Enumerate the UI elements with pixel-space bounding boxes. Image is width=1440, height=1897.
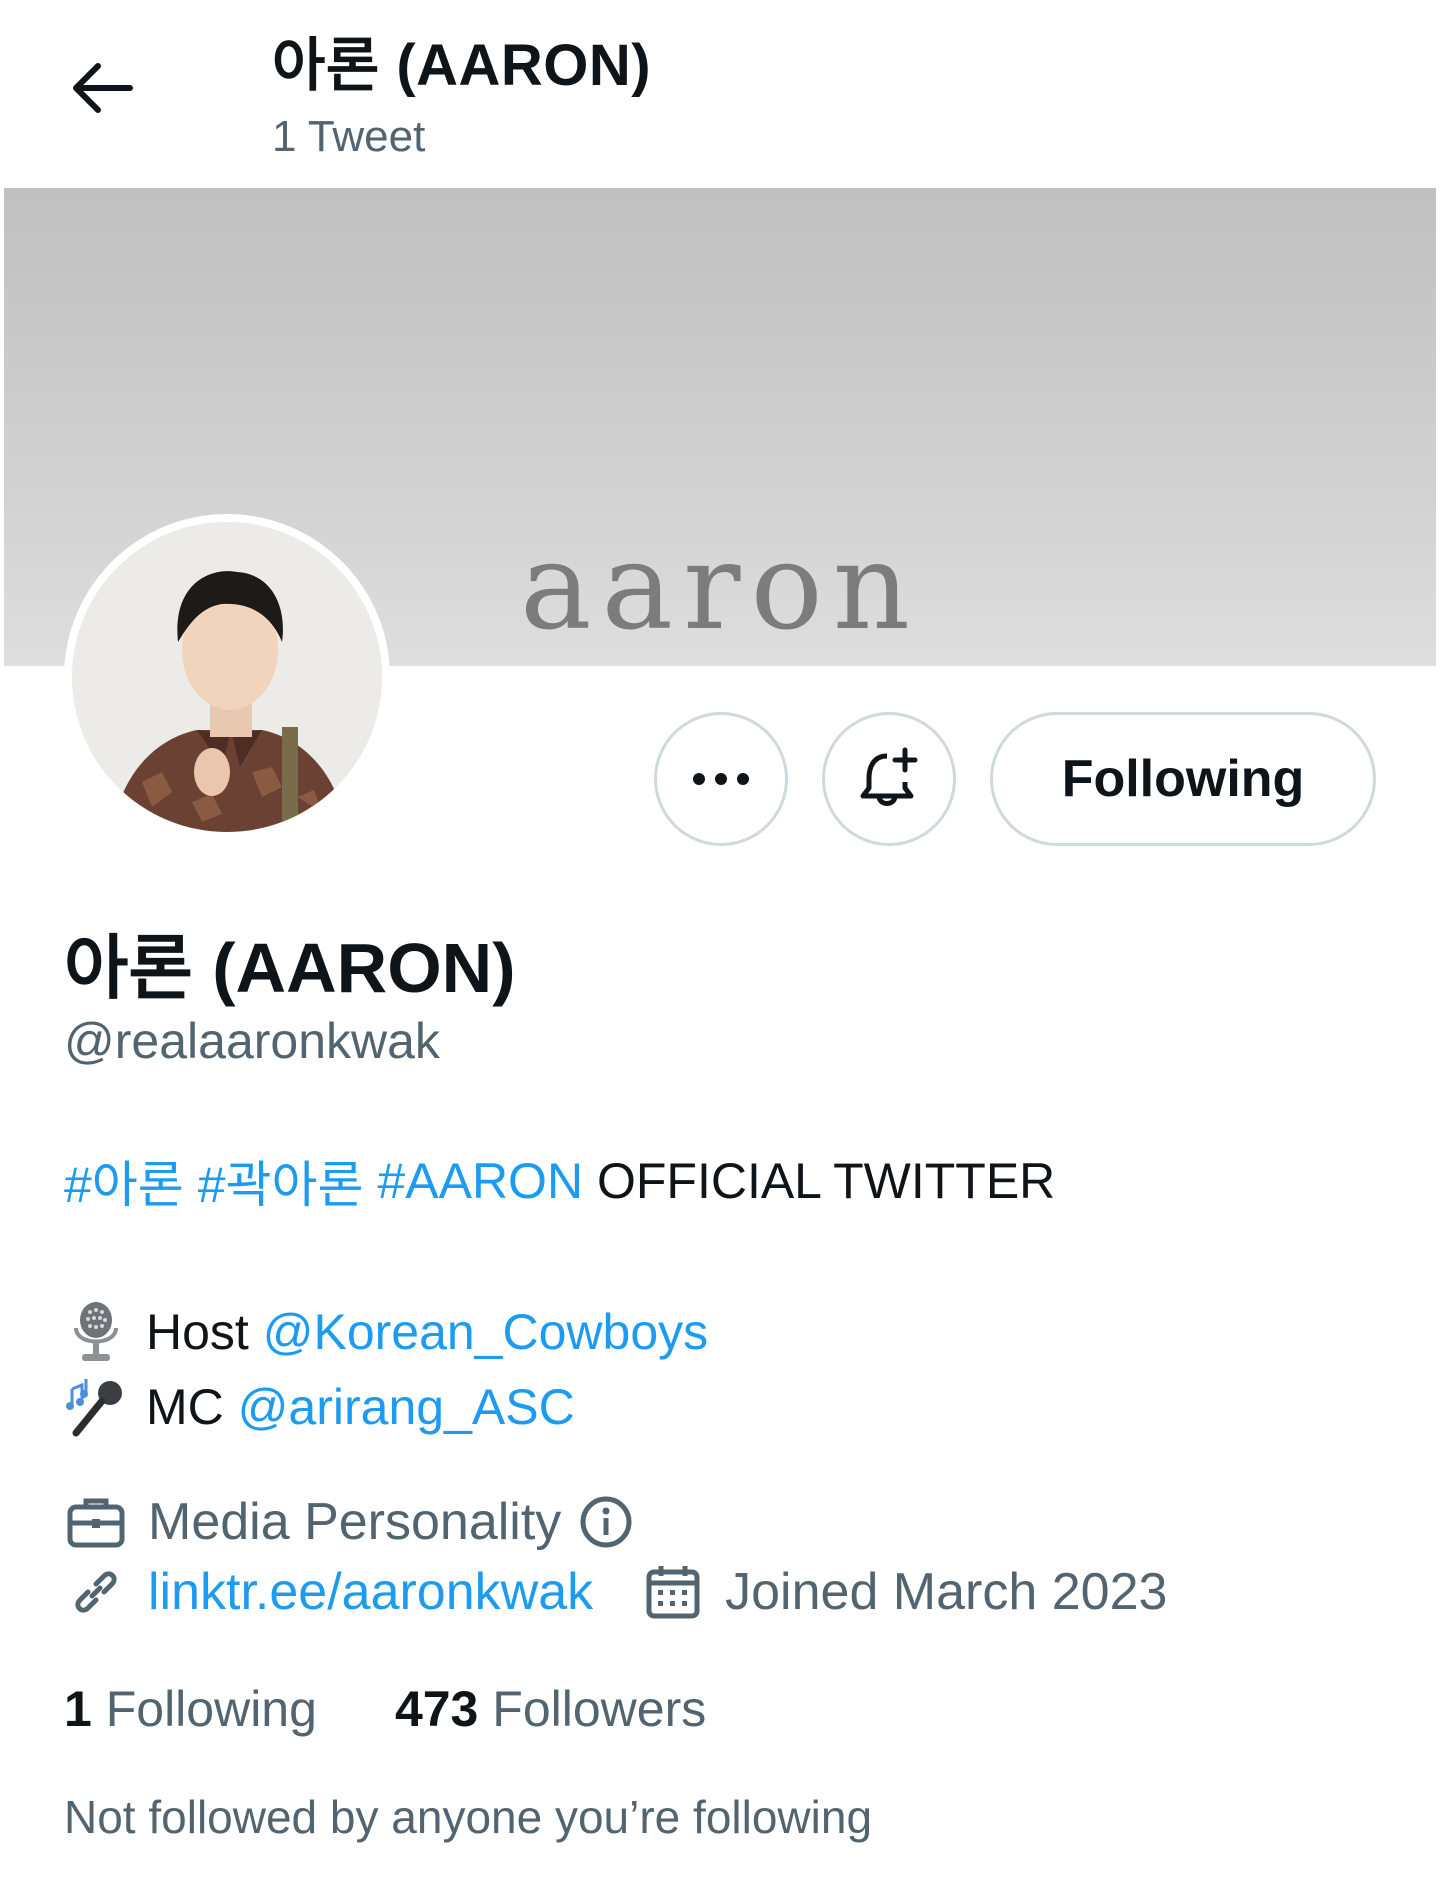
hashtag-link[interactable]: #아론	[64, 1145, 184, 1217]
header-title: 아론 (AARON)	[272, 33, 652, 98]
display-name: 아론 (AARON)	[64, 929, 516, 1007]
handle: @realaaronkwak	[64, 1013, 440, 1069]
briefcase-icon	[64, 1490, 128, 1554]
link-icon	[64, 1560, 128, 1624]
following-button[interactable]: Following	[990, 712, 1376, 846]
mention-link[interactable]: @arirang_ASC	[238, 1378, 575, 1436]
followers-label: Followers	[492, 1681, 707, 1737]
joined-date: Joined March 2023	[725, 1563, 1168, 1621]
following-count: 1	[64, 1681, 92, 1737]
mention-link[interactable]: @Korean_Cowboys	[263, 1303, 708, 1361]
calendar-icon	[641, 1560, 705, 1624]
notify-button[interactable]	[822, 712, 956, 846]
category-text: Media Personality	[148, 1493, 562, 1551]
following-stat[interactable]: 1 Following	[64, 1680, 317, 1738]
back-button[interactable]	[56, 48, 146, 128]
bio-line-3: MC @arirang_ASC	[64, 1375, 575, 1439]
bell-plus-icon	[860, 747, 918, 806]
profile-links: linktr.ee/aaronkwak Joined March 2023	[64, 1560, 1167, 1624]
microphone-music-icon	[64, 1375, 128, 1439]
bio-host-label: Host	[146, 1304, 249, 1360]
banner-logo-text: aaron	[520, 518, 920, 657]
followed-by-text: Not followed by anyone you’re following	[64, 1791, 873, 1843]
top-bar: 아론 (AARON) 1 Tweet	[0, 0, 1440, 188]
tweet-count: 1 Tweet	[272, 112, 426, 161]
avatar[interactable]	[64, 514, 390, 840]
microphone-icon	[64, 1300, 128, 1364]
hashtag-link[interactable]: #AARON	[377, 1152, 583, 1210]
bio-tagline: OFFICIAL TWITTER	[596, 1153, 1056, 1209]
hashtag-link[interactable]: #곽아론	[198, 1145, 364, 1217]
bio-line-1: #아론 #곽아론 #AARON OFFICIAL TWITTER	[64, 1145, 1055, 1217]
followers-count: 473	[394, 1681, 479, 1737]
arrow-left-icon	[73, 63, 133, 113]
follow-stats: 1 Following 473 Followers	[64, 1680, 784, 1738]
website-link[interactable]: linktr.ee/aaronkwak	[148, 1562, 593, 1622]
avatar-photo	[72, 522, 382, 832]
more-button[interactable]	[654, 712, 788, 846]
bio-mc-label: MC	[146, 1379, 224, 1435]
profile-category: Media Personality	[64, 1490, 633, 1554]
info-icon[interactable]	[579, 1495, 633, 1549]
bio-line-2: Host @Korean_Cowboys	[64, 1300, 708, 1364]
more-icon	[693, 773, 749, 785]
following-label: Following	[105, 1681, 317, 1737]
followers-stat[interactable]: 473 Followers	[395, 1680, 706, 1738]
